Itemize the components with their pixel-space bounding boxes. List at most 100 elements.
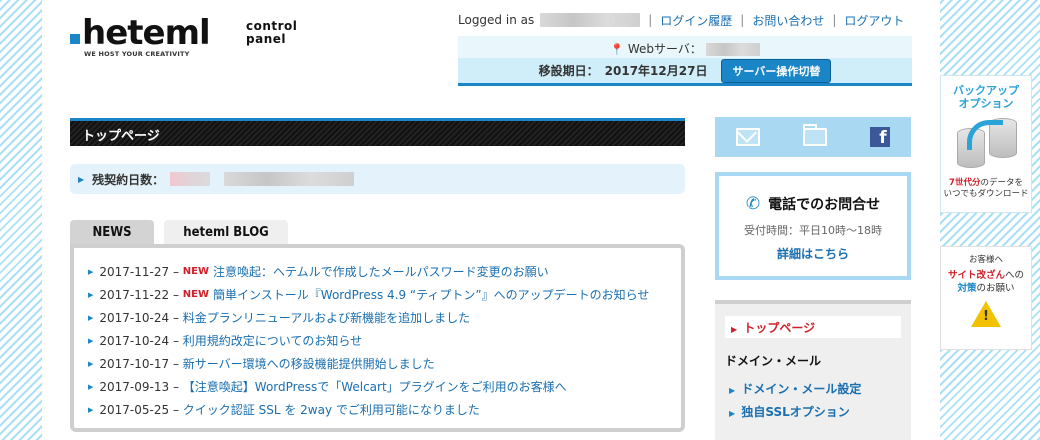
- news-link[interactable]: 新サーバー環境への移設機能提供開始しました: [183, 355, 435, 372]
- page: heteml WE HOST YOUR CREATIVITY control p…: [42, 0, 940, 440]
- arrow-swoosh-icon: [967, 120, 1003, 150]
- phone-contact-inner: ✆ 電話でのお問合せ 受付時間：平日10時〜18時 詳細はこちら: [719, 176, 907, 276]
- server-switch-button[interactable]: サーバー操作切替: [721, 58, 832, 83]
- redacted-period: [224, 172, 355, 186]
- arrow-icon: ▶: [88, 290, 94, 299]
- warning-mark: !: [983, 309, 989, 324]
- contact-details-link[interactable]: 詳細はこちら: [719, 245, 907, 262]
- backup-highlight: 7世代分: [949, 178, 981, 188]
- request-main: サイト改ざんへの 対策のお願い: [941, 269, 1031, 295]
- news-list: ▶ 2017-11-27 – NEW 注意喚起：ヘテムルで作成したメールパスワー…: [70, 244, 685, 432]
- arrow-icon: ▶: [729, 409, 736, 418]
- news-item[interactable]: ▶ 2017-10-24 – 料金プランリニューアルおよび新機能を追加しました: [88, 306, 681, 329]
- news-link[interactable]: 【注意喚起】WordPressで「Welcart」プラグインをご利用のお客様へ: [183, 378, 567, 395]
- news-item[interactable]: ▶ 2017-10-24 – 利用規約改定についてのお知らせ: [88, 329, 681, 352]
- page-title: トップページ: [70, 118, 685, 146]
- news-link[interactable]: 簡単インストール『WordPress 4.9 “ティプトン”』へのアップデートの…: [213, 286, 649, 303]
- side-menu: ▶ トップページ ドメイン・メール ▶ ドメイン・メール設定 ▶ 独自SSLオプ…: [715, 300, 911, 440]
- arrow-icon: ▶: [729, 386, 736, 395]
- warning-icon: !: [971, 301, 1001, 327]
- request-end: のお願い: [976, 283, 1015, 294]
- pin-icon: 📍: [610, 43, 624, 56]
- news-date: 2017-09-13 –: [99, 379, 179, 394]
- logo-wordmark: heteml: [70, 13, 211, 53]
- arrow-icon: ▶: [88, 313, 94, 322]
- separator: |: [832, 13, 837, 27]
- mail-icon[interactable]: [736, 128, 761, 146]
- news-date: 2017-10-24 –: [99, 310, 179, 325]
- logo-tagline: WE HOST YOUR CREATIVITY: [84, 50, 190, 58]
- contact-hours: 受付時間：平日10時〜18時: [744, 224, 882, 237]
- security-request-banner[interactable]: お客様へ サイト改ざんへの 対策のお願い !: [940, 246, 1032, 350]
- separator: |: [740, 13, 745, 27]
- arrow-icon: ▶: [88, 359, 94, 368]
- arrow-icon: ▶: [88, 336, 94, 345]
- phone-contact-box: ✆ 電話でのお問合せ 受付時間：平日10時〜18時 詳細はこちら: [715, 172, 911, 280]
- request-red: サイト改ざん: [947, 270, 1005, 281]
- backup-title-line2: オプション: [958, 97, 1014, 110]
- contact-link[interactable]: お問い合わせ: [752, 12, 824, 29]
- news-link[interactable]: 注意喚起：ヘテムルで作成したメールパスワード変更のお願い: [213, 263, 549, 280]
- logout-link[interactable]: ログアウト: [844, 12, 904, 29]
- separator: |: [648, 13, 653, 27]
- menu-item-domain-mail[interactable]: ▶ ドメイン・メール設定: [725, 380, 901, 397]
- phone-icon: ✆: [745, 194, 761, 214]
- web-server-row: 📍 Webサーバ：: [458, 36, 912, 58]
- database-icon: [941, 114, 1031, 178]
- logo-subtitle-line2: panel: [246, 32, 286, 46]
- web-server-label: Webサーバ：: [627, 42, 702, 56]
- arrow-icon: ▶: [88, 267, 94, 276]
- menu-item-top[interactable]: ▶ トップページ: [725, 316, 901, 338]
- news-item[interactable]: ▶ 2017-10-17 – 新サーバー環境への移設機能提供開始しました: [88, 352, 681, 375]
- arrow-icon: ▶: [731, 325, 738, 334]
- news-item[interactable]: ▶ 2017-05-25 – クイック認証 SSL を 2way でご利用可能に…: [88, 398, 681, 421]
- server-info: 📍 Webサーバ： 移設期日： 2017年12月27日 サーバー操作切替: [458, 36, 912, 86]
- arrow-icon: ▶: [78, 174, 85, 184]
- menu-item-ssl[interactable]: ▶ 独自SSLオプション: [725, 403, 901, 420]
- contract-days: ▶ 残契約日数：: [70, 164, 685, 194]
- facebook-icon[interactable]: f: [869, 127, 890, 148]
- redacted-days: [170, 172, 211, 186]
- request-mid: への: [1005, 270, 1025, 281]
- news-item[interactable]: ▶ 2017-11-27 – NEW 注意喚起：ヘテムルで作成したメールパスワー…: [88, 260, 681, 283]
- redacted-server-name: [705, 43, 760, 56]
- quick-icons: f: [715, 117, 911, 157]
- tab-news[interactable]: NEWS: [70, 220, 154, 246]
- logo-subtitle: control panel: [246, 20, 297, 46]
- backup-title-line1: バックアップ: [953, 84, 1019, 97]
- backup-text: 7世代分のデータを いつでもダウンロード: [941, 178, 1031, 200]
- backup-title: バックアップ オプション: [941, 84, 1031, 110]
- news-date: 2017-11-22 –: [99, 287, 179, 302]
- news-date: 2017-10-17 –: [99, 356, 179, 371]
- request-blue: 対策: [957, 283, 977, 294]
- news-link[interactable]: 利用規約改定についてのお知らせ: [183, 332, 362, 349]
- logo[interactable]: heteml WE HOST YOUR CREATIVITY control p…: [70, 16, 340, 60]
- news-link[interactable]: 料金プランリニューアルおよび新機能を追加しました: [183, 309, 470, 326]
- migration-row: 移設期日： 2017年12月27日 サーバー操作切替: [458, 58, 912, 83]
- migration-date: 2017年12月27日: [604, 64, 708, 78]
- logo-name: heteml: [82, 13, 211, 53]
- menu-item-label: 独自SSLオプション: [741, 405, 850, 419]
- news-date: 2017-10-24 –: [99, 333, 179, 348]
- new-badge: NEW: [182, 266, 210, 277]
- backup-text-rest: のデータを: [980, 178, 1023, 188]
- menu-category: ドメイン・メール: [725, 354, 822, 368]
- folder-icon[interactable]: [802, 124, 827, 146]
- menu-item-label: トップページ: [743, 321, 816, 335]
- contract-label: 残契約日数：: [92, 172, 165, 187]
- news-link[interactable]: クイック認証 SSL を 2way でご利用可能になりました: [183, 401, 480, 418]
- arrow-icon: ▶: [88, 405, 94, 414]
- logged-in-label: Logged in as: [458, 13, 535, 27]
- logo-dot-icon: [70, 34, 80, 44]
- backup-option-banner[interactable]: バックアップ オプション 7世代分のデータを いつでもダウンロード: [940, 75, 1032, 213]
- account-bar: Logged in as | ログイン履歴 | お問い合わせ | ログアウト: [458, 10, 912, 30]
- contact-title: ✆ 電話でのお問合せ: [719, 194, 907, 214]
- redacted-username: [540, 13, 641, 27]
- news-item[interactable]: ▶ 2017-09-13 – 【注意喚起】WordPressで「Welcart」…: [88, 375, 681, 398]
- news-item[interactable]: ▶ 2017-11-22 – NEW 簡単インストール『WordPress 4.…: [88, 283, 681, 306]
- tab-blog[interactable]: heteml BLOG: [164, 220, 288, 246]
- news-date: 2017-11-27 –: [99, 264, 179, 279]
- contact-title-text: 電話でのお問合せ: [768, 197, 881, 213]
- login-history-link[interactable]: ログイン履歴: [660, 12, 732, 29]
- backup-text-line2: いつでもダウンロード: [943, 189, 1029, 199]
